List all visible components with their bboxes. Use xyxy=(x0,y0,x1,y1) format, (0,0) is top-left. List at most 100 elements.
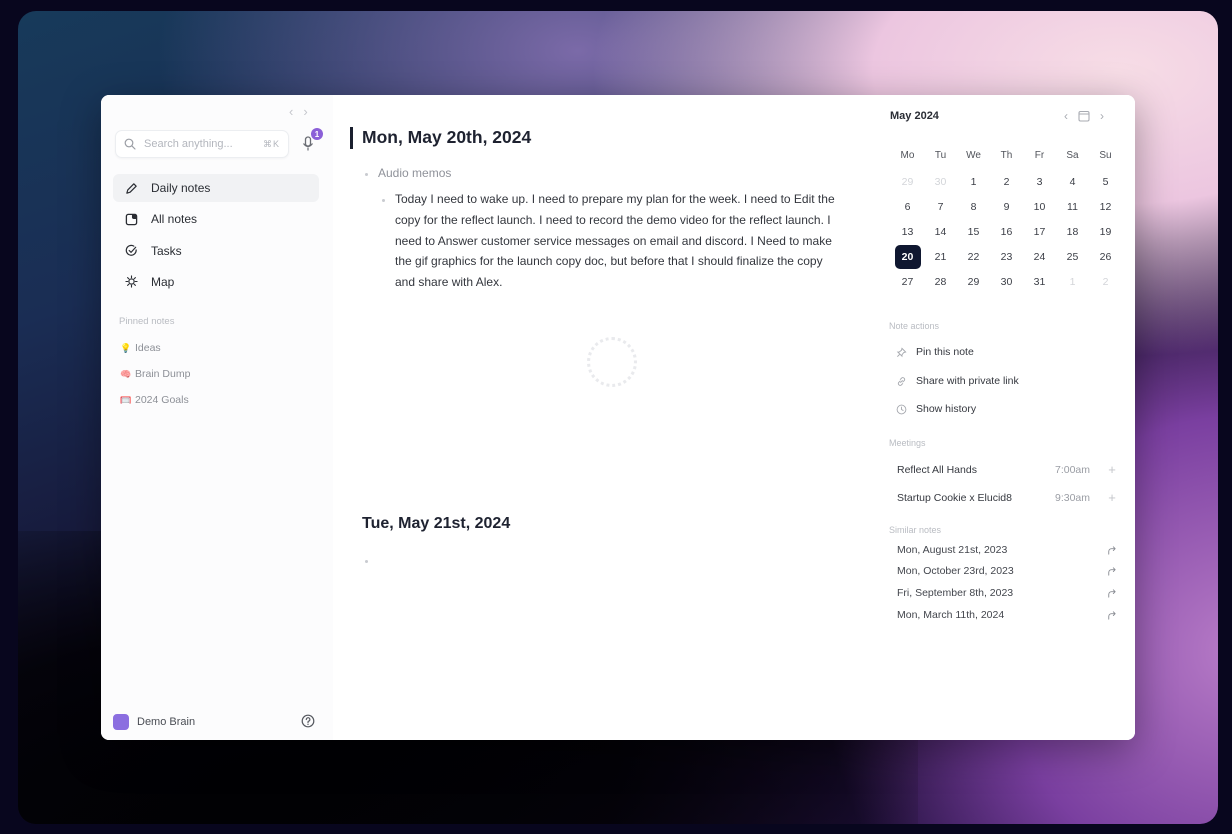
meeting-name: Reflect All Hands xyxy=(897,463,977,476)
pinned-note-2024-goals[interactable]: 🥅 2024 Goals xyxy=(119,387,190,413)
app-window: ‹ › Search anything... ⌘K 1 Daily notes … xyxy=(101,95,1135,740)
calendar-week-row: 27 28 29 30 31 1 2 xyxy=(891,269,1122,294)
audio-memo-transcript[interactable]: Today I need to wake up. I need to prepa… xyxy=(395,189,839,293)
calendar-day[interactable]: 26 xyxy=(1089,245,1122,269)
calendar-day[interactable]: 25 xyxy=(1056,245,1089,269)
similar-note-item[interactable]: Fri, September 8th, 2023 xyxy=(897,587,1117,599)
search-input[interactable]: Search anything... ⌘K xyxy=(115,130,289,158)
calendar-day[interactable]: 8 xyxy=(957,195,990,219)
help-icon[interactable] xyxy=(301,714,315,728)
pinned-note-brain-dump[interactable]: 🧠 Brain Dump xyxy=(119,361,190,387)
similar-note-item[interactable]: Mon, October 23rd, 2023 xyxy=(897,565,1117,577)
calendar-day[interactable]: 1 xyxy=(1056,270,1089,294)
calendar-day[interactable]: 2 xyxy=(990,170,1023,194)
pinned-note-ideas[interactable]: 💡 Ideas xyxy=(119,335,190,361)
pinned-note-label: Brain Dump xyxy=(135,368,191,380)
empty-bullet-point[interactable] xyxy=(365,560,368,563)
calendar-day[interactable]: 6 xyxy=(891,195,924,219)
calendar-week-row: 13 14 15 16 17 18 19 xyxy=(891,219,1122,244)
current-note-indicator xyxy=(350,127,353,149)
calendar-day[interactable]: 1 xyxy=(957,170,990,194)
notes-icon xyxy=(125,213,138,226)
calendar-day[interactable]: 12 xyxy=(1089,195,1122,219)
open-note-arrow-icon[interactable] xyxy=(1106,566,1117,577)
calendar-day[interactable]: 30 xyxy=(990,270,1023,294)
link-icon xyxy=(897,376,906,386)
search-placeholder: Search anything... xyxy=(144,138,233,150)
calendar-controls: ‹ › xyxy=(1064,109,1104,123)
calendar-day[interactable]: 11 xyxy=(1056,195,1089,219)
pinned-note-label: 2024 Goals xyxy=(135,394,189,406)
calendar-day[interactable]: 14 xyxy=(924,220,957,244)
meeting-item[interactable]: Startup Cookie x Elucid8 9:30am + xyxy=(897,490,1117,505)
calendar-day[interactable]: 24 xyxy=(1023,245,1056,269)
open-note-arrow-icon[interactable] xyxy=(1106,588,1117,599)
weekday-label: Tu xyxy=(934,149,947,161)
calendar-day[interactable]: 19 xyxy=(1089,220,1122,244)
calendar-day[interactable]: 17 xyxy=(1023,220,1056,244)
back-arrow-icon[interactable]: ‹ xyxy=(289,104,293,119)
right-panel: May 2024 ‹ › Mo Tu We Th Fr Sa Su 29 30 1 2 3 4 5 6 7 8 9… xyxy=(878,95,1135,740)
add-meeting-note-icon[interactable]: + xyxy=(1107,490,1117,505)
calendar-day[interactable]: 31 xyxy=(1023,270,1056,294)
calendar-day[interactable]: 29 xyxy=(957,270,990,294)
note-actions-heading: Note actions xyxy=(889,321,940,331)
add-meeting-note-icon[interactable]: + xyxy=(1107,462,1117,477)
sidebar-item-all-notes[interactable]: All notes xyxy=(113,205,319,233)
calendar-day[interactable]: 7 xyxy=(924,195,957,219)
similar-note-title: Mon, August 21st, 2023 xyxy=(897,544,1008,556)
sidebar-item-label: Daily notes xyxy=(151,181,211,195)
forward-arrow-icon[interactable]: › xyxy=(303,104,307,119)
calendar-week-row: 6 7 8 9 10 11 12 xyxy=(891,194,1122,219)
brain-switcher[interactable]: Demo Brain xyxy=(113,714,195,730)
meeting-time: 7:00am xyxy=(1055,463,1091,476)
bullet-point xyxy=(365,173,368,176)
calendar-day[interactable]: 10 xyxy=(1023,195,1056,219)
sidebar: ‹ › Search anything... ⌘K 1 Daily notes … xyxy=(101,95,333,740)
calendar-day[interactable]: 28 xyxy=(924,270,957,294)
calendar-day[interactable]: 15 xyxy=(957,220,990,244)
similar-note-item[interactable]: Mon, March 11th, 2024 xyxy=(897,609,1117,621)
meeting-time: 9:30am xyxy=(1055,491,1091,504)
pin-note-action[interactable]: Pin this note xyxy=(896,346,974,358)
calendar-day[interactable]: 18 xyxy=(1056,220,1089,244)
calendar-today-icon[interactable] xyxy=(1078,110,1090,122)
search-icon xyxy=(124,138,136,150)
sidebar-item-daily-notes[interactable]: Daily notes xyxy=(113,174,319,202)
calendar-day[interactable]: 27 xyxy=(891,270,924,294)
calendar-day[interactable]: 30 xyxy=(924,170,957,194)
meeting-item[interactable]: Reflect All Hands 7:00am + xyxy=(897,462,1117,477)
calendar-day[interactable]: 5 xyxy=(1089,170,1122,194)
open-note-arrow-icon[interactable] xyxy=(1106,545,1117,556)
sidebar-item-label: Map xyxy=(151,274,175,289)
calendar-day[interactable]: 16 xyxy=(990,220,1023,244)
similar-note-item[interactable]: Mon, August 21st, 2023 xyxy=(897,544,1117,556)
sidebar-item-map[interactable]: Map xyxy=(113,268,319,296)
similar-note-title: Mon, October 23rd, 2023 xyxy=(897,565,1014,577)
note-title-may-20[interactable]: Mon, May 20th, 2024 xyxy=(362,127,531,148)
pinned-notes-heading: Pinned notes xyxy=(119,316,175,327)
calendar-day[interactable]: 3 xyxy=(1023,170,1056,194)
next-month-button[interactable]: › xyxy=(1100,109,1104,123)
calendar-day[interactable]: 21 xyxy=(924,245,957,269)
calendar-day[interactable]: 22 xyxy=(957,245,990,269)
loading-spinner xyxy=(587,337,637,387)
sidebar-nav: Daily notes All notes Tasks Map xyxy=(113,174,319,299)
calendar-grid: Mo Tu We Th Fr Sa Su 29 30 1 2 3 4 5 6 7 8 9 10 11 12 13 14 15 1… xyxy=(891,141,1122,294)
calendar-day[interactable]: 9 xyxy=(990,195,1023,219)
calendar-day[interactable]: 2 xyxy=(1089,270,1122,294)
meeting-name: Startup Cookie x Elucid8 xyxy=(897,491,1012,504)
open-note-arrow-icon[interactable] xyxy=(1106,610,1117,621)
note-title-may-21[interactable]: Tue, May 21st, 2024 xyxy=(362,515,510,533)
calendar-day-today[interactable]: 20 xyxy=(894,244,921,269)
sidebar-item-tasks[interactable]: Tasks xyxy=(113,237,319,265)
calendar-day[interactable]: 29 xyxy=(891,170,924,194)
share-link-action[interactable]: Share with private link xyxy=(896,375,1019,387)
show-history-action[interactable]: Show history xyxy=(896,403,976,415)
calendar-day[interactable]: 4 xyxy=(1056,170,1089,194)
calendar-day[interactable]: 23 xyxy=(990,245,1023,269)
calendar-day[interactable]: 13 xyxy=(891,220,924,244)
audio-memo-badge: 1 xyxy=(311,128,323,140)
previous-month-button[interactable]: ‹ xyxy=(1064,109,1068,123)
audio-memos-label[interactable]: Audio memos xyxy=(378,166,451,180)
